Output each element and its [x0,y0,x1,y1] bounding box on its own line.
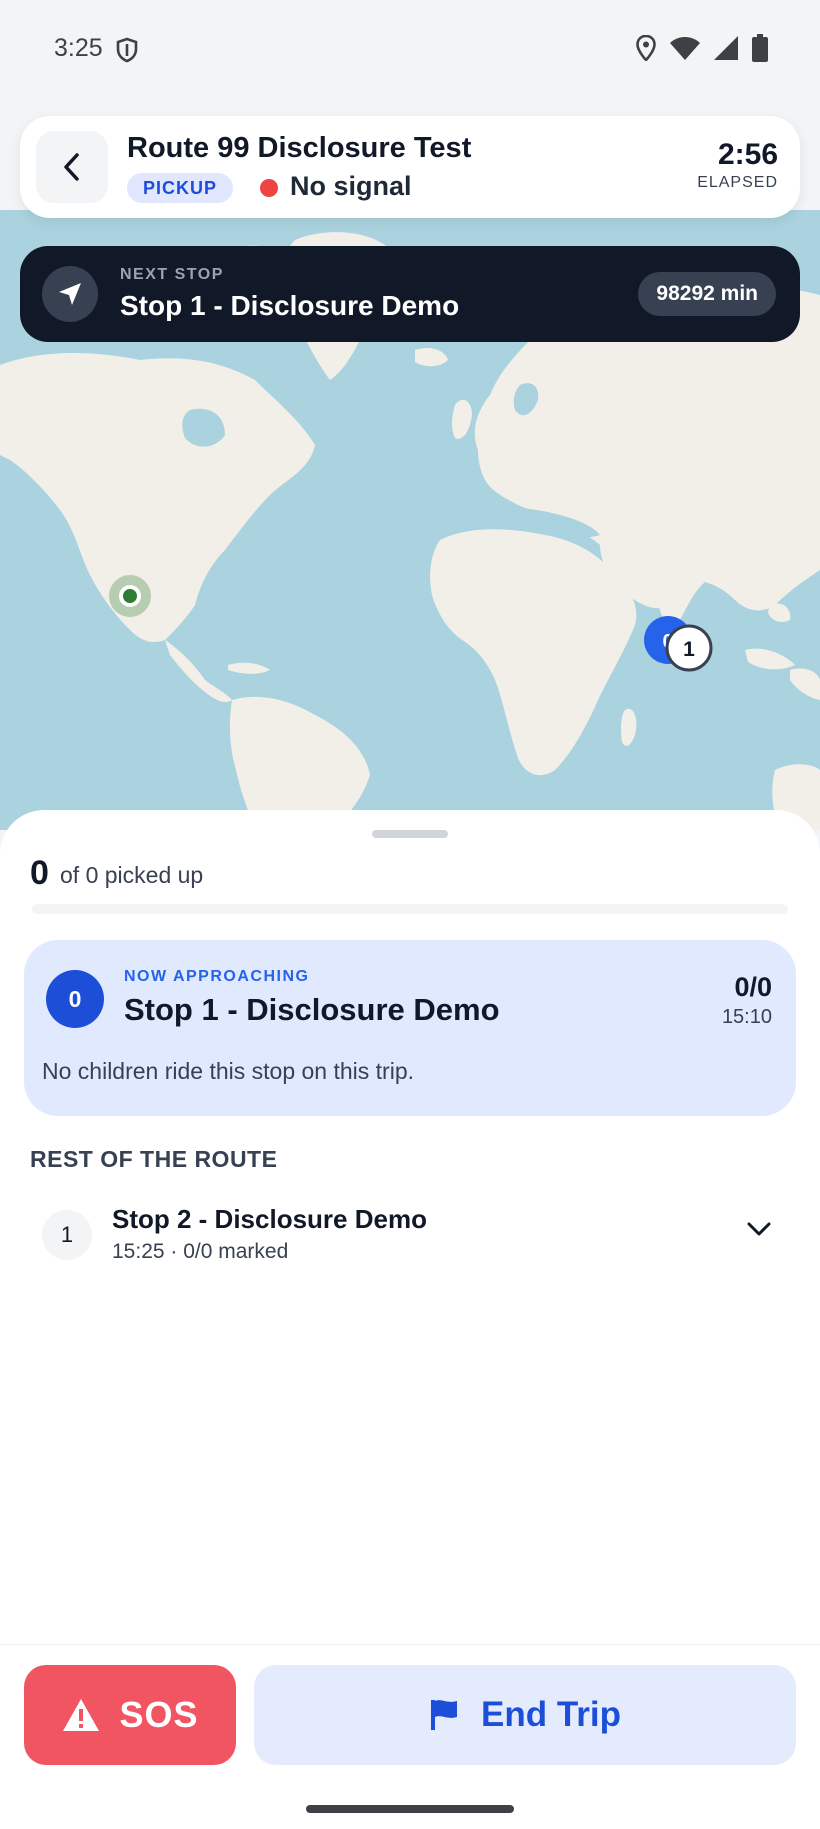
elapsed-label: ELAPSED [697,174,778,191]
approaching-stop-name: Stop 1 - Disclosure Demo [124,992,500,1027]
signal-status-dot [260,179,278,197]
warning-triangle-icon [63,1699,100,1731]
wifi-icon [670,37,700,60]
approaching-stop-count: 0/0 [734,972,772,1002]
next-stop-name: Stop 1 - Disclosure Demo [120,290,460,321]
navigation-button[interactable] [42,266,98,322]
elapsed-time: 2:56 [717,138,778,171]
approaching-label: NOW APPROACHING [124,968,310,985]
trip-header: Route 99 Disclosure Test PICKUP No signa… [20,116,800,218]
chevron-down-icon[interactable] [746,1220,772,1238]
picked-up-count: 0 [30,854,49,892]
end-trip-button[interactable]: End Trip [254,1665,796,1765]
bottom-action-bar: SOS End Trip [0,1644,820,1829]
sos-button[interactable]: SOS [24,1665,236,1765]
status-icons [636,34,768,62]
route-stop-name: Stop 2 - Disclosure Demo [112,1204,427,1234]
pickup-progress-bar [32,904,788,914]
sos-label: SOS [119,1694,199,1735]
navigation-arrow-icon [59,283,81,305]
approaching-stop-time: 15:10 [721,1006,772,1028]
trip-bottom-sheet: 0 of 0 picked up 0 NOW APPROACHING Stop … [0,810,820,1644]
status-bar: 3:25 [0,0,820,100]
svg-text:1: 1 [683,638,695,661]
flag-icon [431,1700,457,1730]
home-indicator[interactable] [306,1805,514,1813]
rest-of-route-heading: REST OF THE ROUTE [30,1146,278,1172]
shield-icon [116,37,138,63]
approaching-stop-number: 0 [46,970,104,1028]
next-stop-label: NEXT STOP [120,266,224,283]
route-stop-number: 1 [42,1210,92,1260]
next-stop-eta: 98292 min [638,272,776,316]
next-stop-banner[interactable]: NEXT STOP Stop 1 - Disclosure Demo 98292… [20,246,800,342]
status-time: 3:25 [54,34,103,62]
approaching-stop-note: No children ride this stop on this trip. [42,1058,415,1084]
end-trip-label: End Trip [481,1695,621,1734]
back-button[interactable] [36,131,108,203]
back-chevron-icon [64,153,79,181]
signal-status: No signal [290,171,412,201]
stop-cluster-marker[interactable]: 1 [665,624,713,672]
location-pin-icon [636,35,656,61]
current-location-marker [109,575,151,617]
now-approaching-card[interactable]: 0 NOW APPROACHING Stop 1 - Disclosure De… [24,940,796,1116]
sheet-drag-handle[interactable] [372,830,448,838]
route-title: Route 99 Disclosure Test [127,132,472,164]
battery-icon [752,34,768,62]
route-stop-meta: 15:25 · 0/0 marked [112,1240,289,1263]
trip-type-badge: PICKUP [127,173,234,203]
list-item[interactable]: 1 Stop 2 - Disclosure Demo 15:25 · 0/0 m… [0,1194,820,1284]
cell-signal-icon [714,36,738,60]
picked-up-summary: of 0 picked up [60,862,204,888]
